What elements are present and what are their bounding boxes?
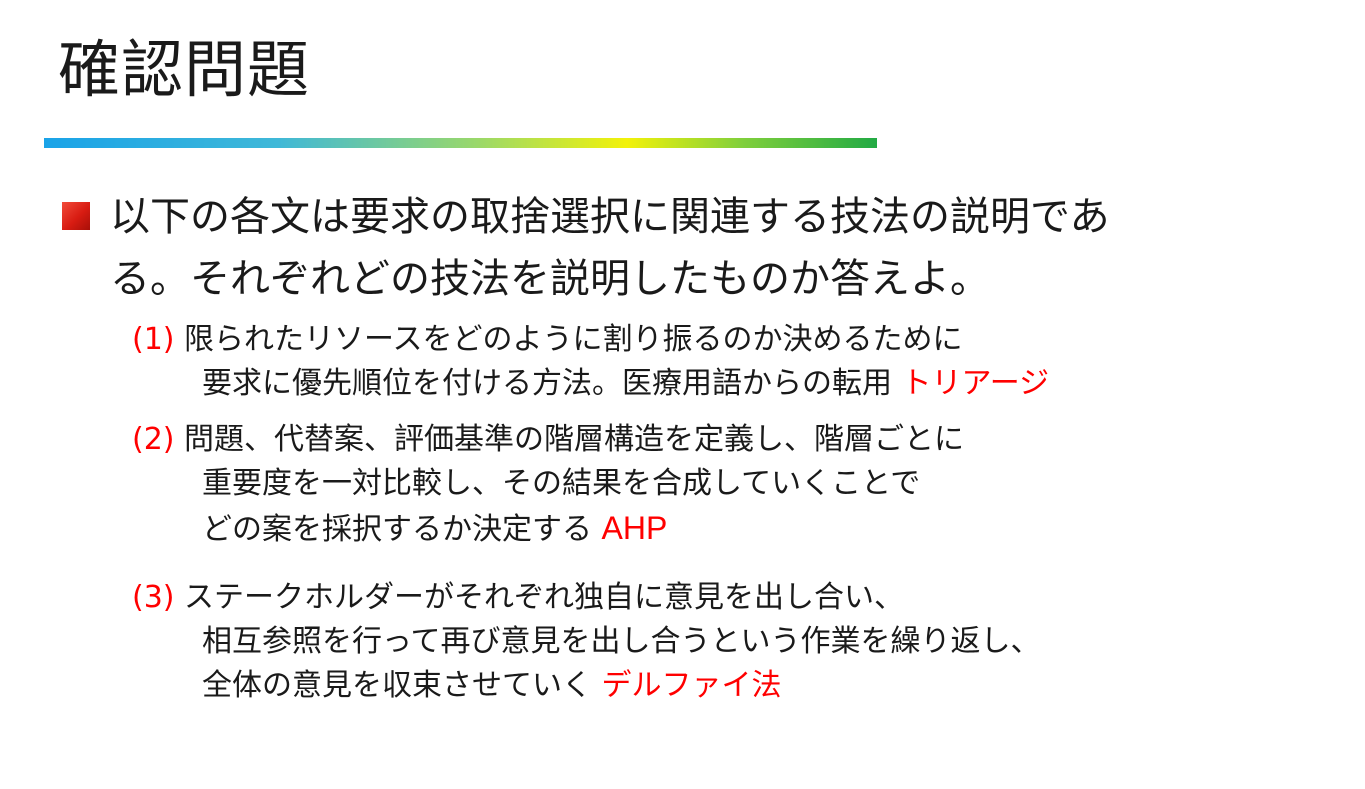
question-2-number: (2) xyxy=(132,422,175,457)
question-2-text-1: 問題、代替案、評価基準の階層構造を定義し、階層ごとに xyxy=(184,422,965,457)
question-1-answer: トリアージ xyxy=(901,366,1050,401)
question-1-number: (1) xyxy=(132,322,175,357)
bullet-line-2: る。それぞれどの技法を説明したものか答えよ。 xyxy=(110,256,990,302)
question-3-answer: デルファイ法 xyxy=(601,668,782,703)
question-2-text-2: 重要度を一対比較し、その結果を合成していくことで xyxy=(202,466,921,501)
question-2-line-3: どの案を採択するか決定する AHP xyxy=(132,506,964,552)
question-3-text-3: 全体の意見を収束させていく xyxy=(202,668,592,703)
question-2-answer: AHP xyxy=(601,510,668,546)
bullet-line-1: 以下の各文は要求の取捨選択に関連する技法の説明であ xyxy=(110,194,1110,240)
question-3: (3) ステークホルダーがそれぞれ独自に意見を出し合い、 相互参照を行って再び意… xyxy=(132,576,1041,708)
bullet-square-icon xyxy=(62,202,90,230)
slide-title: 確認問題 xyxy=(58,33,311,106)
title-underline xyxy=(44,138,877,148)
question-2-line-2: 重要度を一対比較し、その結果を合成していくことで xyxy=(132,462,964,506)
question-2-line-1: (2) 問題、代替案、評価基準の階層構造を定義し、階層ごとに xyxy=(132,418,964,462)
question-3-line-3: 全体の意見を収束させていく デルファイ法 xyxy=(132,664,1041,708)
question-1-text-1: 限られたリソースをどのように割り振るのか決めるために xyxy=(184,322,963,357)
question-3-line-2: 相互参照を行って再び意見を出し合うという作業を繰り返し、 xyxy=(132,620,1041,664)
question-1-line-1: (1) 限られたリソースをどのように割り振るのか決めるために xyxy=(132,318,1049,362)
question-1: (1) 限られたリソースをどのように割り振るのか決めるために 要求に優先順位を付… xyxy=(132,318,1049,406)
question-2: (2) 問題、代替案、評価基準の階層構造を定義し、階層ごとに 重要度を一対比較し… xyxy=(132,418,964,552)
question-3-line-1: (3) ステークホルダーがそれぞれ独自に意見を出し合い、 xyxy=(132,576,1041,620)
question-3-text-1: ステークホルダーがそれぞれ独自に意見を出し合い、 xyxy=(184,580,905,615)
bullet-text: 以下の各文は要求の取捨選択に関連する技法の説明であ る。それぞれどの技法を説明し… xyxy=(110,186,1340,310)
question-3-number: (3) xyxy=(132,580,175,615)
question-1-line-2: 要求に優先順位を付ける方法。医療用語からの転用 トリアージ xyxy=(132,362,1049,406)
question-2-text-3: どの案を採択するか決定する xyxy=(202,512,592,547)
question-3-text-2: 相互参照を行って再び意見を出し合うという作業を繰り返し、 xyxy=(202,624,1041,659)
question-1-text-2: 要求に優先順位を付ける方法。医療用語からの転用 xyxy=(202,366,892,401)
